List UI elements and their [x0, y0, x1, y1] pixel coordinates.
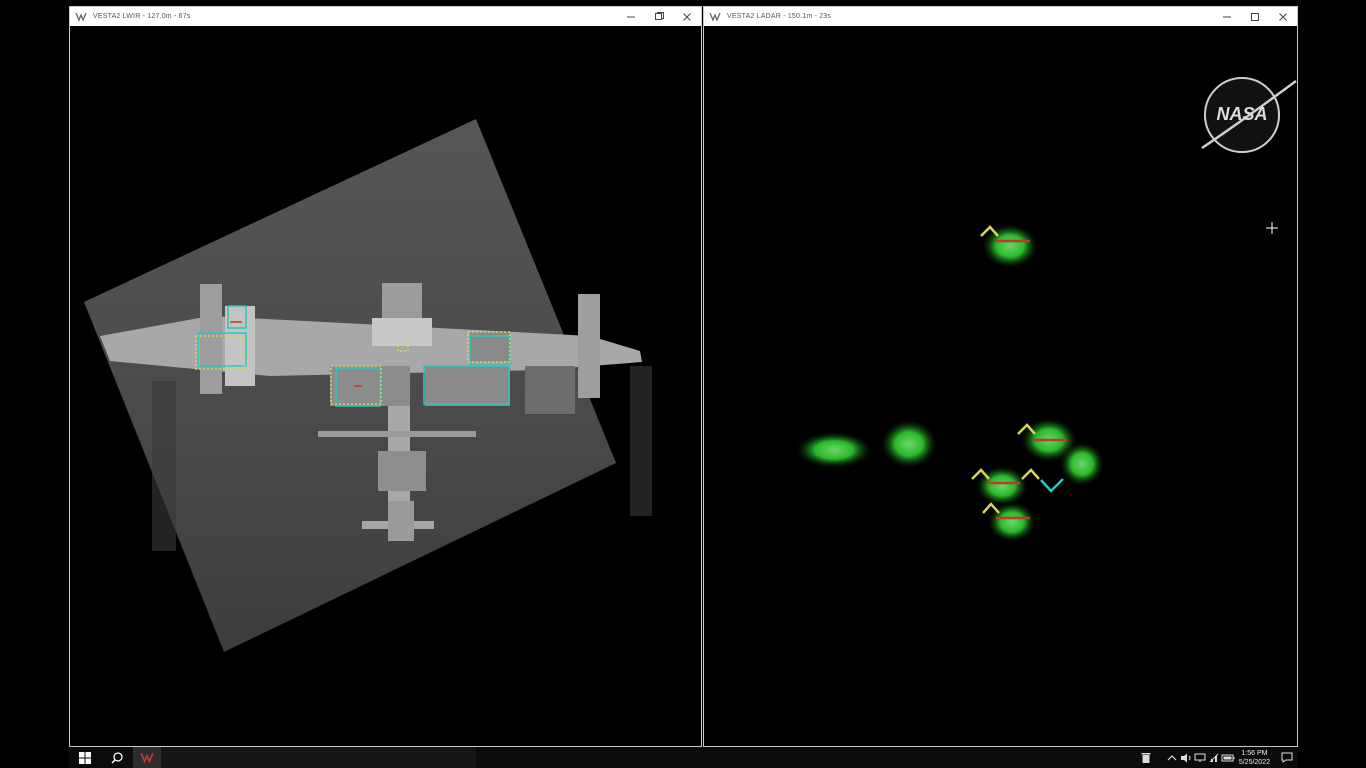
- clock-time: 1:56 PM: [1241, 749, 1268, 757]
- search-icon[interactable]: [101, 747, 133, 768]
- ladar-window-title: VESTA2 LADAR - 150.1m - 23s: [727, 13, 832, 20]
- network-icon[interactable]: [1207, 747, 1221, 768]
- ladar-window[interactable]: VESTA2 LADAR - 150.1m - 23s NASA: [703, 6, 1298, 747]
- vesta-app-icon[interactable]: [133, 747, 161, 768]
- ladar-return: [1060, 442, 1104, 486]
- lwir-viewport[interactable]: [70, 26, 701, 746]
- windows-start-icon[interactable]: [69, 747, 101, 768]
- ladar-point-cloud: NASA: [796, 77, 1297, 542]
- taskbar-search-area[interactable]: [161, 747, 476, 768]
- close-icon[interactable]: [673, 7, 701, 26]
- display-icon[interactable]: [1193, 747, 1207, 768]
- volume-icon[interactable]: [1179, 747, 1193, 768]
- taskbar: 1:56 PM 5/25/2022: [69, 747, 1298, 768]
- notification-icon[interactable]: [1276, 747, 1298, 768]
- lwir-title-bar[interactable]: VESTA2 LWIR - 127.0m - 67s: [70, 7, 701, 26]
- ladar-return: [796, 432, 872, 468]
- maximize-icon[interactable]: [1241, 7, 1269, 26]
- recycle-bin-icon[interactable]: [1139, 747, 1153, 768]
- nasa-logo: NASA: [1201, 77, 1297, 153]
- minimize-icon[interactable]: [1213, 7, 1241, 26]
- ladar-return: [881, 420, 937, 468]
- maximize-icon[interactable]: [645, 7, 673, 26]
- solar-array-shadow: [630, 366, 652, 516]
- minimize-icon[interactable]: [617, 7, 645, 26]
- vesta-app-icon: [75, 11, 89, 23]
- nasa-logo-text: NASA: [1216, 104, 1267, 124]
- lwir-window-title: VESTA2 LWIR - 127.0m - 67s: [93, 13, 191, 20]
- ladar-returns: [796, 224, 1104, 542]
- ladar-title-bar[interactable]: VESTA2 LADAR - 150.1m - 23s: [704, 7, 1297, 26]
- ladar-return: [982, 224, 1038, 268]
- close-icon[interactable]: [1269, 7, 1297, 26]
- lwir-window[interactable]: VESTA2 LWIR - 127.0m - 67s: [69, 6, 702, 747]
- battery-icon[interactable]: [1221, 747, 1235, 768]
- clock-date: 5/25/2022: [1238, 758, 1270, 766]
- lwir-thermal-image: [84, 119, 652, 652]
- system-clock[interactable]: 1:56 PM 5/25/2022: [1239, 749, 1270, 767]
- vesta-app-icon: [709, 11, 723, 23]
- ladar-viewport[interactable]: NASA: [704, 26, 1297, 746]
- solar-array-shadow: [152, 381, 176, 551]
- chevron-up-icon[interactable]: [1165, 747, 1179, 768]
- crosshair-icon: [1266, 222, 1278, 234]
